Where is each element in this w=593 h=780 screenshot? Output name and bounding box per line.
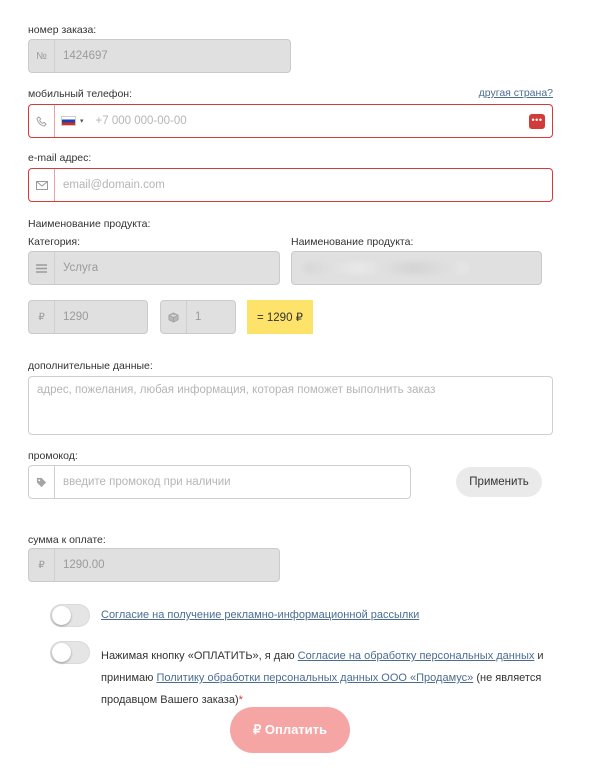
quantity-value: 1 (195, 311, 202, 323)
phone-label: мобильный телефон: (28, 88, 133, 100)
product-name-blurred (304, 262, 469, 274)
pay-button[interactable]: ₽ Оплатить (230, 707, 350, 753)
apply-promo-button[interactable]: Применить (456, 467, 542, 497)
additional-textarea[interactable]: адрес, пожелания, любая информация, кото… (28, 376, 553, 435)
privacy-policy-link[interactable]: Политику обработки персональных данных О… (156, 672, 473, 684)
order-number-field: № 1424697 (28, 39, 291, 73)
sum-value: 1290.00 (63, 559, 105, 571)
russia-flag-icon (61, 116, 76, 126)
order-number-label: номер заказа: (28, 24, 97, 36)
terms-text-1: Нажимая кнопку «ОПЛАТИТЬ», я даю (101, 650, 295, 662)
phone-input[interactable]: +7 000 000-00-00 (84, 115, 187, 127)
promo-field[interactable]: введите промокод при наличии (28, 465, 411, 499)
category-value: Услуга (63, 262, 99, 274)
other-country-link[interactable]: другая страна? (479, 87, 553, 99)
number-icon: № (29, 40, 55, 72)
phone-icon (29, 105, 55, 137)
product-name-label: Наименование продукта: (291, 236, 414, 248)
order-number-value: 1424697 (63, 50, 108, 62)
box-icon (161, 301, 187, 333)
email-field[interactable]: email@domain.com (28, 168, 553, 202)
sum-label: сумма к оплате: (28, 534, 106, 546)
phone-field[interactable]: ▾ +7 000 000-00-00 ••• (28, 104, 553, 138)
quantity-field: 1 (160, 300, 236, 334)
envelope-icon (29, 169, 55, 201)
ruble-icon: ₽ (29, 301, 55, 333)
toggle-knob (52, 643, 71, 662)
promo-input[interactable]: введите промокод при наличии (55, 476, 231, 488)
newsletter-toggle[interactable] (50, 604, 90, 627)
personal-data-consent-link[interactable]: Согласие на обработку персональных данны… (298, 650, 535, 662)
autofill-icon[interactable]: ••• (529, 114, 545, 129)
list-icon (29, 252, 55, 284)
product-section-label: Наименование продукта: (28, 218, 151, 230)
terms-toggle[interactable] (50, 641, 90, 664)
required-mark: * (238, 694, 243, 706)
promo-label: промокод: (28, 450, 78, 462)
ruble-icon: ₽ (29, 549, 55, 581)
price-value: 1290 (63, 311, 89, 323)
total-badge: = 1290 ₽ (247, 300, 313, 334)
email-input[interactable]: email@domain.com (55, 179, 165, 191)
price-field: ₽ 1290 (28, 300, 148, 334)
additional-placeholder: адрес, пожелания, любая информация, кото… (37, 384, 436, 396)
tag-icon (29, 466, 55, 498)
product-name-field (291, 251, 542, 285)
additional-label: дополнительные данные: (28, 360, 153, 372)
country-select[interactable]: ▾ (55, 116, 84, 126)
category-field: Услуга (28, 251, 280, 285)
toggle-knob (52, 606, 71, 625)
sum-field: ₽ 1290.00 (28, 548, 280, 582)
category-label: Категория: (28, 236, 81, 248)
newsletter-consent-link[interactable]: Согласие на получение рекламно-информаци… (101, 609, 419, 621)
email-label: e-mail адрес: (28, 152, 92, 164)
terms-text: Нажимая кнопку «ОПЛАТИТЬ», я даю Согласи… (101, 645, 551, 711)
